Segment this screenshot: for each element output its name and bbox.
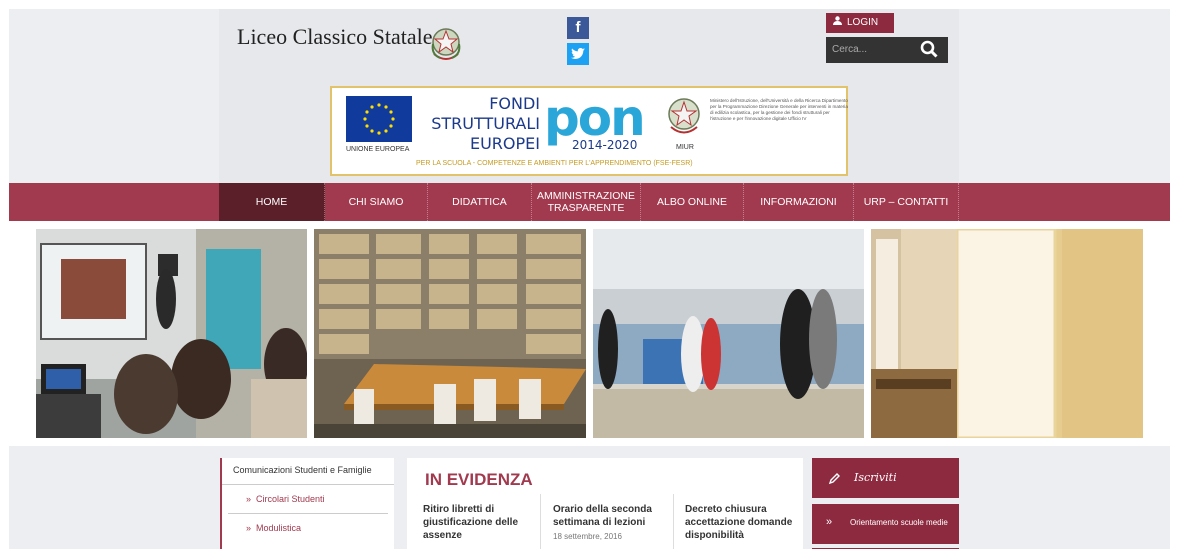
facebook-icon[interactable]: f	[567, 17, 589, 39]
miur-emblem-icon	[668, 98, 700, 134]
main-nav: HOME CHI SIAMO DIDATTICA AMMINISTRAZIONE…	[219, 183, 959, 221]
fondi-line-2: STRUTTURALI	[431, 114, 540, 133]
fondi-strutturali-text: FONDI STRUTTURALI EUROPEI	[420, 94, 540, 154]
nav-item-informazioni[interactable]: INFORMAZIONI	[744, 183, 854, 221]
miur-label: MIUR	[676, 144, 694, 151]
library-photo[interactable]	[314, 229, 586, 438]
site-title[interactable]: Liceo Classico Statale	[237, 24, 433, 50]
in-evidenza-panel: IN EVIDENZA Ritiro libretti di giustific…	[407, 458, 803, 549]
search-input[interactable]: Cerca...	[826, 37, 948, 63]
orientamento-button[interactable]: » Orientamento scuole medie	[812, 504, 959, 544]
gym-photo[interactable]	[593, 229, 864, 438]
eu-flag-icon	[346, 96, 412, 142]
pon-years: 2014-2020	[572, 138, 638, 152]
news-item[interactable]: Ritiro libretti di giustificazione delle…	[423, 503, 543, 542]
sidebar-menu: Comunicazioni Studenti e Famiglie » Circ…	[220, 458, 394, 549]
nav-item-home[interactable]: HOME	[219, 183, 325, 221]
news-title[interactable]: Decreto chiusura accettazione domande di…	[685, 503, 805, 542]
fondi-line-1: FONDI	[489, 94, 540, 113]
italian-emblem-icon	[431, 28, 461, 60]
orientamento-label: Orientamento scuole medie	[850, 518, 948, 527]
login-label: LOGIN	[847, 17, 879, 28]
in-evidenza-title: IN EVIDENZA	[425, 470, 533, 489]
eu-label: UNIONE EUROPEA	[346, 146, 410, 153]
news-item[interactable]: Decreto chiusura accettazione domande di…	[685, 503, 805, 542]
divider	[673, 494, 674, 549]
sidebar-item-circolari-studenti[interactable]: » Circolari Studenti	[228, 485, 388, 514]
iscriviti-button[interactable]: Iscriviti	[812, 458, 959, 498]
sidebar-heading: Comunicazioni Studenti e Famiglie	[222, 458, 394, 485]
user-icon	[833, 13, 842, 33]
pencil-icon	[828, 473, 840, 485]
chevron-right-icon: »	[246, 523, 257, 533]
pon-logo: pon	[544, 89, 646, 147]
iscriviti-label: Iscriviti	[854, 471, 897, 484]
news-title[interactable]: Ritiro libretti di giustificazione delle…	[423, 503, 543, 542]
sidebar-item-modulistica[interactable]: » Modulistica	[228, 514, 388, 543]
page: Liceo Classico Statale f LOGIN Cerca...	[0, 0, 1179, 549]
divider	[540, 494, 541, 549]
search-icon[interactable]	[920, 40, 938, 58]
nav-item-amministrazione-trasparente[interactable]: AMMINISTRAZIONE TRASPARENTE	[532, 183, 641, 221]
nav-item-chi-siamo[interactable]: CHI SIAMO	[325, 183, 428, 221]
sidebar-item-label: Circolari Studenti	[256, 494, 325, 504]
nav-item-didattica[interactable]: DIDATTICA	[428, 183, 532, 221]
banner-footer-text: PER LA SCUOLA - COMPETENZE E AMBIENTI PE…	[416, 160, 693, 167]
news-item[interactable]: Orario della seconda settimana di lezion…	[553, 503, 673, 541]
search-placeholder: Cerca...	[832, 44, 868, 55]
chevron-right-icon: »	[246, 494, 257, 504]
login-button[interactable]: LOGIN	[826, 13, 894, 33]
ministry-text: Ministero dell'Istruzione, dell'Universi…	[710, 98, 848, 121]
door-photo[interactable]	[957, 229, 1143, 438]
news-title[interactable]: Orario della seconda settimana di lezion…	[553, 503, 673, 529]
pon-banner[interactable]: UNIONE EUROPEA FONDI STRUTTURALI EUROPEI…	[330, 86, 848, 176]
nav-item-albo-online[interactable]: ALBO ONLINE	[641, 183, 744, 221]
classroom-photo[interactable]	[36, 229, 307, 438]
chevron-right-icon: »	[826, 516, 833, 528]
news-date: 18 settembre, 2016	[553, 532, 622, 541]
nav-item-urp-contatti[interactable]: URP – CONTATTI	[854, 183, 959, 221]
twitter-icon[interactable]	[567, 43, 589, 65]
fondi-line-3: EUROPEI	[469, 134, 540, 153]
sidebar-item-label: Modulistica	[256, 523, 302, 533]
corridor-photo[interactable]	[871, 229, 957, 438]
